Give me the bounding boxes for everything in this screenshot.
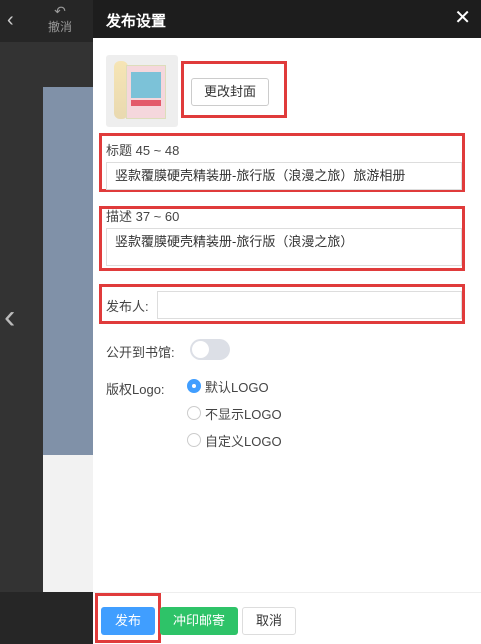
undo-button[interactable]: ↶ 撤消 — [44, 3, 76, 39]
editor-footer — [0, 592, 93, 644]
toggle-knob — [192, 341, 209, 358]
publish-button[interactable]: 发布 — [101, 607, 155, 635]
cover-thumbnail — [106, 55, 178, 127]
publisher-input[interactable] — [157, 291, 462, 319]
logo-option-label: 默认LOGO — [205, 379, 269, 395]
undo-label: 撤消 — [47, 20, 72, 34]
description-input[interactable]: 竖款覆膜硬壳精装册-旅行版（浪漫之旅） — [106, 228, 462, 266]
logo-option-label: 不显示LOGO — [205, 406, 282, 422]
logo-option-label: 自定义LOGO — [205, 433, 282, 449]
panel-title: 发布设置 — [106, 13, 167, 30]
radio-custom-icon — [187, 433, 201, 447]
panel-footer: 发布 冲印邮寄 取消 — [93, 592, 481, 644]
chevron-left-icon[interactable]: ‹ — [7, 10, 23, 30]
page-preview — [43, 87, 93, 592]
publish-settings-panel: 发布设置 ✕ 更改封面 标题 45 ~ 48 竖款覆膜硬壳精装册-旅行版（浪漫之… — [93, 0, 481, 644]
public-library-toggle[interactable] — [190, 339, 230, 360]
previous-page-icon[interactable]: ‹ — [4, 300, 15, 334]
copyright-logo-label: 版权Logo: — [106, 382, 165, 397]
page-preview-lower — [43, 455, 93, 592]
logo-option-custom[interactable]: 自定义LOGO — [187, 431, 282, 449]
change-cover-button[interactable]: 更改封面 — [191, 78, 269, 106]
panel-header: 发布设置 ✕ — [93, 0, 481, 38]
print-mail-button[interactable]: 冲印邮寄 — [160, 607, 238, 635]
cover-image — [126, 65, 166, 119]
logo-option-none[interactable]: 不显示LOGO — [187, 404, 282, 422]
cancel-button[interactable]: 取消 — [242, 607, 296, 635]
description-label: 描述 37 ~ 60 — [106, 209, 180, 224]
editor-toolbar: ‹ ↶ 撤消 — [0, 0, 93, 42]
publisher-label: 发布人: — [106, 299, 149, 314]
radio-default-icon — [187, 379, 201, 393]
logo-option-default[interactable]: 默认LOGO — [187, 377, 269, 395]
public-library-label: 公开到书馆: — [106, 345, 175, 360]
title-label: 标题 45 ~ 48 — [106, 143, 180, 158]
undo-icon: ↶ — [54, 3, 66, 19]
radio-none-icon — [187, 406, 201, 420]
title-input[interactable]: 竖款覆膜硬壳精装册-旅行版（浪漫之旅）旅游相册 — [106, 162, 462, 190]
close-icon[interactable]: ✕ — [454, 7, 471, 29]
